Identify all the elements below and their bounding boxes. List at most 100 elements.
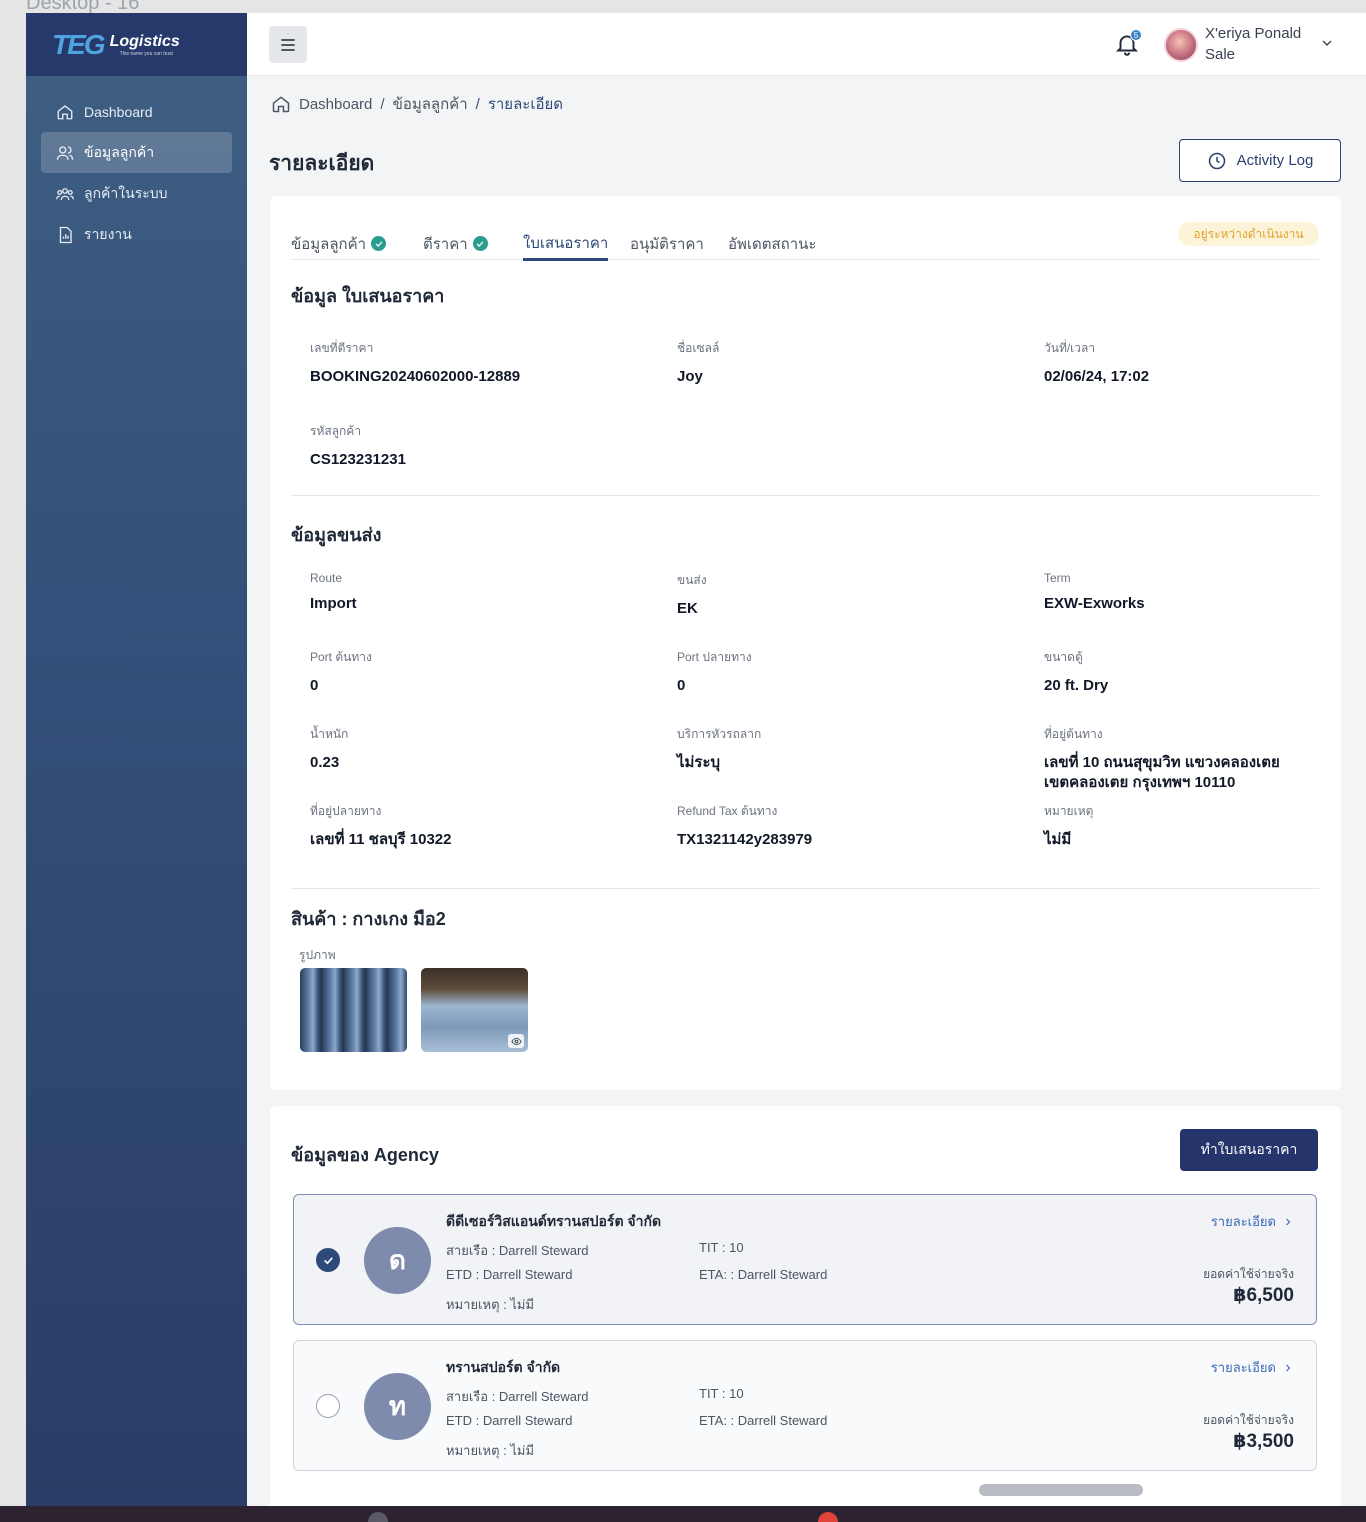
tab-quotation[interactable]: ใบเสนอราคา	[523, 227, 609, 261]
eye-icon[interactable]	[508, 1034, 524, 1048]
agency-tit: TIT : 10	[699, 1386, 744, 1401]
agency-detail-link[interactable]: รายละเอียด	[1211, 1357, 1294, 1378]
field-datetime: วันที่/เวลา 02/06/24, 17:02	[1044, 341, 1150, 385]
tab-customer-info[interactable]: ข้อมูลลูกค้า	[291, 227, 387, 260]
status-badge: อยู่ระหว่างดำเนินงาน	[1178, 222, 1319, 246]
agency-card: ข้อมูลของ Agency ทำใบเสนอราคา ด ดีดีเซอร…	[270, 1106, 1341, 1506]
users-icon	[56, 145, 74, 160]
agency-shipping-line: สายเรือ : Darrell Steward	[446, 1389, 589, 1404]
breadcrumb-separator: /	[475, 95, 480, 113]
agency-note: หมายเหตุ : ไม่มี	[446, 1297, 535, 1312]
tab-approve-price[interactable]: อนุมัติราคา	[630, 227, 704, 260]
divider	[291, 888, 1319, 889]
agency-avatar: ด	[364, 1227, 431, 1294]
logo-tagline: This name you can trust	[119, 50, 173, 57]
avatar[interactable]	[1164, 28, 1198, 62]
divider	[291, 495, 1319, 496]
agency-radio[interactable]	[316, 1394, 340, 1418]
breadcrumb-customer-info[interactable]: ข้อมูลลูกค้า	[393, 92, 468, 116]
breadcrumb-current: รายละเอียด	[487, 96, 563, 113]
agency-radio-selected[interactable]	[316, 1248, 340, 1272]
sidebar-item-label: ลูกค้าในระบบ	[84, 184, 168, 201]
agency-eta: ETA: : Darrell Steward	[699, 1413, 828, 1428]
field-term: Term EXW-Exworks	[1044, 571, 1145, 612]
agency-avatar: ท	[364, 1373, 431, 1440]
check-icon	[323, 1256, 333, 1264]
agency-cost-label: ยอดค่าใช้จ่ายจริง	[1203, 1267, 1294, 1281]
agency-eta: ETA: : Darrell Steward	[699, 1267, 828, 1282]
tab-bar: ข้อมูลลูกค้า ตีราคา ใบเสนอราคา อนุมัติรา…	[291, 221, 1319, 261]
home-icon	[57, 104, 73, 119]
agency-detail-link[interactable]: รายละเอียด	[1211, 1211, 1294, 1232]
agency-tit: TIT : 10	[699, 1240, 744, 1255]
field-destination-address: ที่อยู่ปลายทาง เลขที่ 11 ชลบุรี 10322	[310, 804, 452, 848]
sidebar-item-customer-info[interactable]: ข้อมูลลูกค้า	[41, 132, 232, 173]
group-icon	[56, 187, 74, 200]
tab-update-status[interactable]: อัพเดตสถานะ	[728, 227, 816, 260]
breadcrumb-separator: /	[380, 95, 385, 113]
taskbar-app-icon[interactable]	[818, 1512, 838, 1522]
hamburger-icon	[281, 38, 295, 51]
sidebar-item-customers-in-system[interactable]: ลูกค้าในระบบ	[41, 173, 232, 214]
product-image[interactable]	[421, 968, 528, 1052]
menu-toggle-button[interactable]	[269, 26, 307, 63]
field-origin-port: Port ต้นทาง 0	[310, 650, 372, 694]
brand-logo[interactable]: TEG Logistics This name you can trust	[26, 13, 247, 76]
logo-mark: TEG	[52, 28, 106, 60]
app-frame: TEG Logistics This name you can trust Da…	[26, 13, 1366, 1506]
product-title: สินค้า : กางเกง มือ2	[291, 909, 446, 929]
chevron-down-icon	[1322, 40, 1332, 46]
horizontal-scrollbar[interactable]	[979, 1484, 1143, 1496]
detail-card: ข้อมูลลูกค้า ตีราคา ใบเสนอราคา อนุมัติรา…	[270, 196, 1341, 1090]
agency-item[interactable]: ด ดีดีเซอร์วิสแอนด์ทรานสปอร์ต จำกัด สายเ…	[293, 1194, 1317, 1325]
quote-section-title: ข้อมูล ใบเสนอราคา	[291, 286, 445, 306]
home-icon[interactable]	[271, 94, 291, 114]
agency-name: ทรานสปอร์ต จำกัด	[446, 1359, 561, 1375]
create-quote-button[interactable]: ทำใบเสนอราคา	[1180, 1129, 1318, 1171]
chevron-right-icon	[1286, 1364, 1291, 1371]
agency-etd: ETD : Darrell Steward	[446, 1413, 573, 1428]
sidebar-item-reports[interactable]: รายงาน	[41, 214, 232, 255]
sidebar-item-dashboard[interactable]: Dashboard	[41, 91, 232, 132]
agency-item[interactable]: ท ทรานสปอร์ต จำกัด สายเรือ : Darrell Ste…	[293, 1340, 1317, 1471]
breadcrumb-dashboard[interactable]: Dashboard	[299, 96, 372, 113]
sidebar-item-label: ข้อมูลลูกค้า	[84, 143, 155, 160]
field-route: Route Import	[310, 571, 357, 612]
agency-cost: ฿3,500	[1233, 1431, 1294, 1452]
sidebar: TEG Logistics This name you can trust Da…	[26, 13, 247, 1506]
user-role: Sale	[1205, 46, 1236, 63]
taskbar-app-icon[interactable]	[368, 1512, 388, 1522]
user-name[interactable]: X'eriya Ponald	[1205, 25, 1301, 42]
field-origin-address: ที่อยู่ต้นทาง เลขที่ 10 ถนนสุขุมวิท แขวง…	[1044, 727, 1280, 791]
images-label: รูปภาพ	[299, 948, 336, 962]
check-icon	[371, 236, 387, 251]
field-trucking-service: บริการหัวรถลาก ไม่ระบุ	[677, 727, 762, 771]
notification-badge: 5	[1130, 29, 1142, 41]
field-container-size: ขนาดตู้ 20 ft. Dry	[1044, 650, 1109, 694]
sidebar-item-label: รายงาน	[84, 225, 132, 242]
notification-button[interactable]: 5	[1114, 29, 1142, 59]
field-sales-name: ชื่อเซลล์ Joy	[677, 341, 720, 385]
check-icon	[472, 236, 488, 251]
field-quote-number: เลขที่ตีราคา BOOKING20240602000-12889	[310, 341, 521, 385]
agency-section-title: ข้อมูลของ Agency	[291, 1145, 439, 1165]
agency-cost: ฿6,500	[1233, 1285, 1294, 1306]
report-icon	[59, 226, 72, 243]
activity-log-label: Activity Log	[1236, 152, 1314, 169]
product-image[interactable]	[300, 968, 407, 1052]
logo-word: Logistics	[109, 32, 180, 50]
topbar: 5 X'eriya Ponald Sale	[247, 13, 1366, 76]
chevron-right-icon	[1286, 1218, 1291, 1225]
activity-log-button[interactable]: Activity Log	[1179, 139, 1341, 182]
agency-etd: ETD : Darrell Steward	[446, 1267, 573, 1282]
os-taskbar	[0, 1506, 1366, 1522]
sidebar-nav: Dashboard ข้อมูลลูกค้า ลูกค้าในระบบ รายง…	[26, 76, 247, 255]
breadcrumb: Dashboard / ข้อมูลลูกค้า / รายละเอียด	[271, 92, 563, 116]
tab-pricing[interactable]: ตีราคา	[423, 227, 488, 260]
agency-note: หมายเหตุ : ไม่มี	[446, 1443, 535, 1458]
agency-shipping-line: สายเรือ : Darrell Steward	[446, 1243, 589, 1258]
field-refund-tax: Refund Tax ต้นทาง TX1321142y283979	[677, 804, 813, 848]
agency-name: ดีดีเซอร์วิสแอนด์ทรานสปอร์ต จำกัด	[446, 1213, 662, 1229]
user-menu-button[interactable]	[1319, 35, 1335, 51]
field-customer-code: รหัสลูกค้า CS123231231	[310, 424, 406, 468]
